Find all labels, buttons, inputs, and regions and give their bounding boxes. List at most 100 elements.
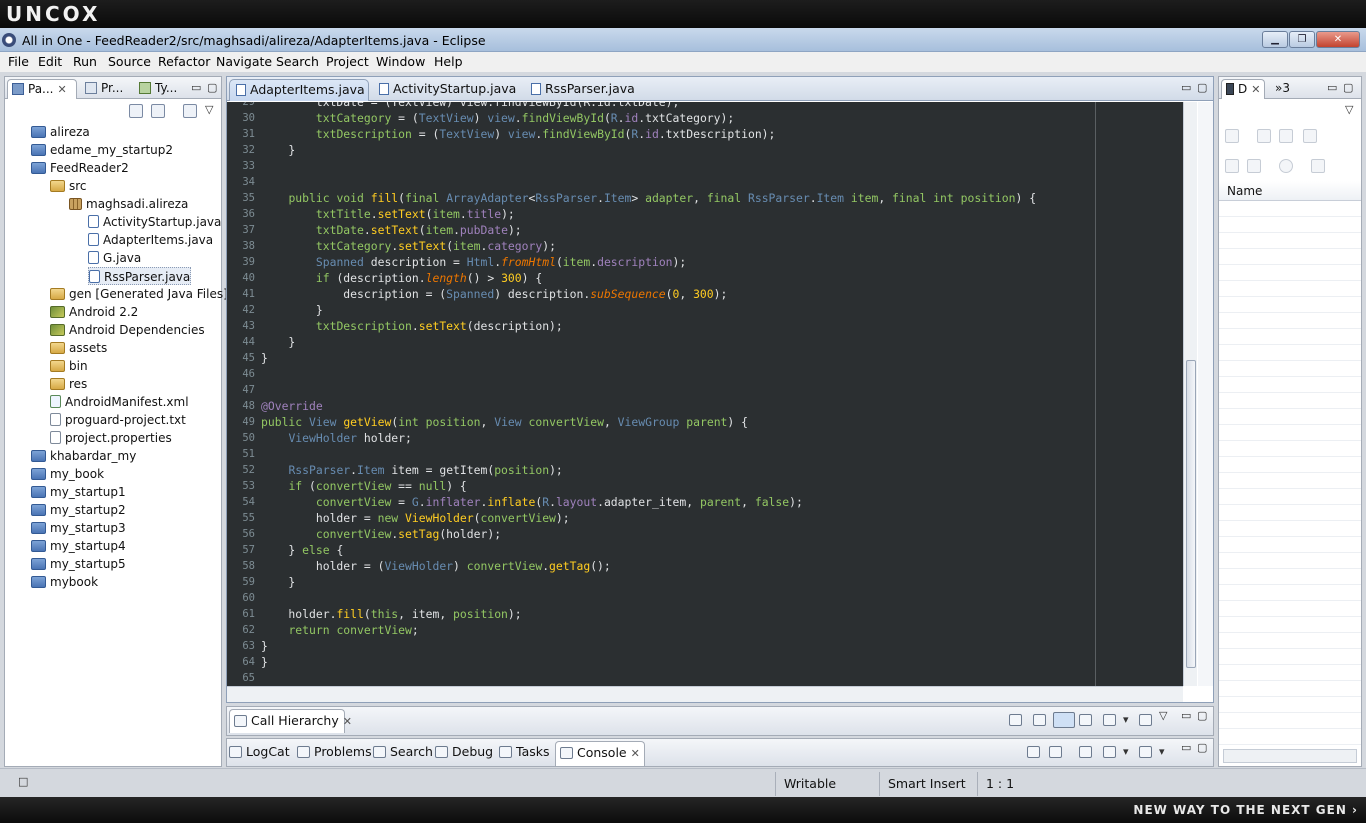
minimize-view-icon[interactable]: ▭ xyxy=(1327,81,1337,94)
tree-item[interactable]: my_startup1 xyxy=(31,483,126,501)
maximize-view-icon[interactable]: ▢ xyxy=(1197,81,1207,94)
tree-item[interactable]: proguard-project.txt xyxy=(50,411,186,429)
tab-project-explorer[interactable]: Pr... xyxy=(81,79,131,99)
tree-item[interactable]: my_startup5 xyxy=(31,555,126,573)
scroll-lock-icon[interactable] xyxy=(1049,746,1062,758)
tree-item[interactable]: mybook xyxy=(31,573,98,591)
tree-item[interactable]: Android 2.2 xyxy=(50,303,138,321)
tree-item[interactable]: ActivityStartup.java xyxy=(88,213,221,231)
pin-console-icon[interactable] xyxy=(1079,746,1092,758)
tree-item[interactable]: my_startup3 xyxy=(31,519,126,537)
tree-item[interactable]: G.java xyxy=(88,249,141,267)
tree-item[interactable]: project.properties xyxy=(50,429,172,447)
tab-overflow[interactable]: »3 xyxy=(1271,79,1301,99)
tab-logcat[interactable]: LogCat xyxy=(229,744,290,759)
maximize-view-icon[interactable]: ▢ xyxy=(1197,709,1207,722)
dropdown-chevron-icon[interactable]: ▾ xyxy=(1123,713,1129,726)
fast-view-icon[interactable]: □ xyxy=(18,775,28,788)
dropdown-chevron-icon[interactable]: ▾ xyxy=(1159,745,1165,758)
tab-rssparser-java[interactable]: RssParser.java xyxy=(525,79,643,101)
menu-navigate[interactable]: Navigate xyxy=(216,54,272,69)
tree-item[interactable]: FeedReader2 xyxy=(31,159,129,177)
update-threads-icon[interactable] xyxy=(1225,159,1239,173)
update-heap-icon[interactable] xyxy=(1257,129,1271,143)
tree-item[interactable]: my_book xyxy=(31,465,104,483)
tab-call-hierarchy[interactable]: Call Hierarchy ✕ xyxy=(229,709,352,733)
editor-vertical-scrollbar[interactable] xyxy=(1183,102,1197,686)
tree-item[interactable]: RssParser.java xyxy=(88,267,192,285)
maximize-view-icon[interactable]: ▢ xyxy=(1343,81,1353,94)
tab-type-hierarchy[interactable]: Ty... xyxy=(135,79,187,99)
close-tab-icon[interactable]: ✕ xyxy=(343,715,352,728)
minimize-button[interactable]: ▁ xyxy=(1262,31,1288,48)
menu-run[interactable]: Run xyxy=(73,54,97,69)
scrollbar-thumb[interactable] xyxy=(1186,360,1196,668)
tree-item[interactable]: edame_my_startup2 xyxy=(31,141,173,159)
tree-item[interactable]: res xyxy=(50,375,87,393)
menu-window[interactable]: Window xyxy=(376,54,425,69)
collapse-all-icon[interactable] xyxy=(129,104,143,118)
tree-item[interactable]: bin xyxy=(50,357,88,375)
tree-item[interactable]: Android Dependencies xyxy=(50,321,205,339)
maximize-view-icon[interactable]: ▢ xyxy=(1197,741,1207,754)
focus-icon[interactable] xyxy=(183,104,197,118)
open-console-icon[interactable] xyxy=(1139,746,1152,758)
tab-adapteritems-java[interactable]: AdapterItems.java✕ xyxy=(229,79,369,117)
stop-icon[interactable] xyxy=(1033,714,1046,726)
menu-edit[interactable]: Edit xyxy=(38,54,62,69)
minimize-view-icon[interactable]: ▭ xyxy=(1181,709,1191,722)
close-tab-icon[interactable]: ✕ xyxy=(1251,81,1260,99)
link-with-editor-icon[interactable] xyxy=(151,104,165,118)
dump-hprof-icon[interactable] xyxy=(1279,129,1293,143)
tab-package-explorer[interactable]: Pa... ✕ xyxy=(7,79,77,99)
tree-item[interactable]: assets xyxy=(50,339,107,357)
tree-item[interactable]: maghsadi.alireza xyxy=(69,195,188,213)
close-button[interactable]: ✕ xyxy=(1316,31,1360,48)
dropdown-chevron-icon[interactable]: ▾ xyxy=(1123,745,1129,758)
tree-item[interactable]: gen [Generated Java Files] xyxy=(50,285,228,303)
maximize-button[interactable]: ❐ xyxy=(1289,31,1315,48)
screen-capture-icon[interactable] xyxy=(1311,159,1325,173)
tree-item[interactable]: AndroidManifest.xml xyxy=(50,393,189,411)
cause-gc-icon[interactable] xyxy=(1303,129,1317,143)
menu-source[interactable]: Source xyxy=(108,54,151,69)
tab-activitystartup-java[interactable]: ActivityStartup.java xyxy=(373,79,523,101)
tree-item[interactable]: my_startup4 xyxy=(31,537,126,555)
clear-console-icon[interactable] xyxy=(1027,746,1040,758)
tree-item[interactable]: alireza xyxy=(31,123,90,141)
view-menu-chevron-icon[interactable]: ▽ xyxy=(205,103,213,116)
view-menu-chevron-icon[interactable]: ▽ xyxy=(1345,103,1353,116)
refresh-icon[interactable] xyxy=(1009,714,1022,726)
caller-hierarchy-icon[interactable] xyxy=(1053,712,1075,728)
close-tab-icon[interactable]: ✕ xyxy=(631,747,640,760)
tree-item[interactable]: AdapterItems.java xyxy=(88,231,213,249)
display-console-icon[interactable] xyxy=(1103,746,1116,758)
tree-item[interactable]: khabardar_my xyxy=(31,447,136,465)
callee-hierarchy-icon[interactable] xyxy=(1079,714,1092,726)
tab-console[interactable]: Console ✕ xyxy=(555,741,645,766)
tab-tasks[interactable]: Tasks xyxy=(499,744,550,759)
layout-icon[interactable] xyxy=(1103,714,1116,726)
devices-horizontal-scrollbar[interactable] xyxy=(1223,749,1357,763)
close-tab-icon[interactable]: ✕ xyxy=(58,81,67,99)
menu-search[interactable]: Search xyxy=(276,54,319,69)
view-menu-chevron-icon[interactable]: ▽ xyxy=(1159,709,1167,722)
menu-help[interactable]: Help xyxy=(434,54,463,69)
menu-project[interactable]: Project xyxy=(326,54,369,69)
menu-refactor[interactable]: Refactor xyxy=(158,54,210,69)
tab-problems[interactable]: Problems xyxy=(297,744,372,759)
maximize-view-icon[interactable]: ▢ xyxy=(207,81,217,94)
minimize-view-icon[interactable]: ▭ xyxy=(1181,81,1191,94)
tab-search[interactable]: Search xyxy=(373,744,433,759)
tab-debug[interactable]: Debug xyxy=(435,744,493,759)
code-editor[interactable]: 29 txtDate = (TextView) view.findViewByI… xyxy=(227,102,1183,686)
menu-file[interactable]: File xyxy=(8,54,29,69)
tab-devices[interactable]: D ✕ xyxy=(1221,79,1265,99)
method-profiling-icon[interactable] xyxy=(1247,159,1261,173)
minimize-view-icon[interactable]: ▭ xyxy=(1181,741,1191,754)
debug-process-icon[interactable] xyxy=(1225,129,1239,143)
pin-icon[interactable] xyxy=(1139,714,1152,726)
tree-item[interactable]: src xyxy=(50,177,87,195)
tree-item[interactable]: my_startup2 xyxy=(31,501,126,519)
minimize-view-icon[interactable]: ▭ xyxy=(191,81,201,94)
